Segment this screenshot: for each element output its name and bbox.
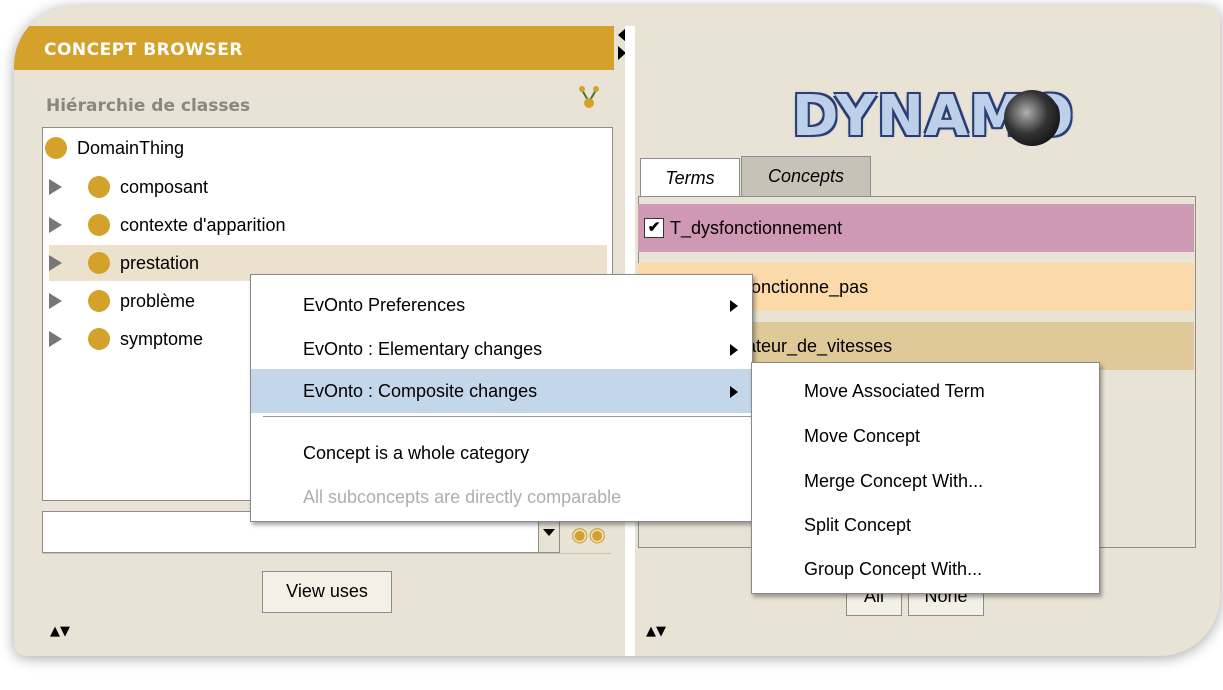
menu-item-split-concept[interactable]: Split Concept	[752, 503, 1099, 547]
menu-item-label: EvOnto Preferences	[303, 295, 466, 315]
tree-node-label: problème	[120, 290, 196, 311]
expand-arrow-icon[interactable]	[49, 179, 62, 195]
tree-node-label: composant	[120, 176, 209, 197]
menu-item-whole-category[interactable]: Concept is a whole category	[251, 431, 752, 475]
class-icon	[88, 290, 110, 312]
tab-terms[interactable]: Terms	[640, 158, 740, 199]
app-window: CONCEPT BROWSER Hiérarchie de classes Do…	[14, 6, 1220, 656]
class-icon	[45, 137, 67, 159]
class-icon	[88, 176, 110, 198]
expand-arrow-icon[interactable]	[49, 331, 62, 347]
menu-item-evonto-preferences[interactable]: EvOnto Preferences	[251, 283, 752, 327]
menu-item-group-concept[interactable]: Group Concept With...	[752, 547, 1099, 591]
checkbox-checked-icon[interactable]: ✔	[644, 218, 664, 238]
binoculars-icon[interactable]: ◉◉	[571, 522, 606, 546]
menu-separator	[263, 416, 752, 417]
menu-item-move-concept[interactable]: Move Concept	[752, 414, 1099, 458]
tree-node-probleme[interactable]: problème	[49, 283, 195, 319]
menu-item-elementary-changes[interactable]: EvOnto : Elementary changes	[251, 327, 752, 371]
tree-node-root[interactable]: DomainThing	[45, 130, 184, 166]
submenu-arrow-icon	[730, 300, 738, 312]
term-label: ateur_de_vitesses	[746, 335, 893, 356]
sort-arrows-icon[interactable]: ▲▼	[50, 624, 70, 639]
class-icon	[88, 214, 110, 236]
menu-item-label: All subconcepts are directly comparable	[303, 487, 622, 507]
composite-changes-submenu: Move Associated Term Move Concept Merge …	[751, 362, 1100, 594]
class-icon	[88, 252, 110, 274]
concept-browser-titlebar: CONCEPT BROWSER	[14, 26, 614, 70]
chevron-down-icon	[543, 529, 555, 536]
view-uses-button[interactable]: View uses	[262, 571, 392, 613]
submenu-arrow-icon	[730, 344, 738, 356]
menu-item-label: Concept is a whole category	[303, 443, 530, 463]
term-label: T_dysfonctionnement	[670, 217, 843, 238]
menu-item-merge-concept[interactable]: Merge Concept With...	[752, 459, 1099, 503]
expand-arrow-icon[interactable]	[49, 255, 62, 271]
term-label: fonctionne_pas	[746, 276, 869, 297]
tree-node-label: prestation	[120, 252, 200, 273]
menu-item-subconcepts-comparable: All subconcepts are directly comparable	[251, 475, 752, 519]
sort-arrows-icon[interactable]: ▲▼	[646, 624, 666, 639]
context-menu: EvOnto Preferences EvOnto : Elementary c…	[250, 274, 753, 522]
tree-node-label: contexte d'apparition	[120, 214, 286, 235]
menu-item-composite-changes[interactable]: EvOnto : Composite changes	[251, 369, 752, 413]
submenu-arrow-icon	[730, 386, 738, 398]
tree-node-label: symptome	[120, 328, 204, 349]
dynamo-logo: DYNAMO	[792, 84, 1082, 164]
term-row[interactable]: ✔ T_dysfonctionnement	[638, 204, 1194, 252]
expand-arrow-icon[interactable]	[49, 293, 62, 309]
tree-node-contexte[interactable]: contexte d'apparition	[49, 207, 286, 243]
class-icon	[88, 328, 110, 350]
menu-item-label: EvOnto : Composite changes	[303, 381, 538, 401]
tab-concepts[interactable]: Concepts	[741, 156, 871, 197]
logo-sphere-icon	[1004, 90, 1060, 146]
menu-item-label: EvOnto : Elementary changes	[303, 339, 543, 359]
tree-node-symptome[interactable]: symptome	[49, 321, 203, 357]
tree-node-composant[interactable]: composant	[49, 169, 208, 205]
menu-item-move-associated-term[interactable]: Move Associated Term	[752, 369, 1099, 413]
tree-view-icon[interactable]	[577, 84, 601, 110]
hierarchy-label: Hiérarchie de classes	[46, 96, 251, 116]
expand-arrow-icon[interactable]	[49, 217, 62, 233]
panel-title: CONCEPT BROWSER	[44, 40, 243, 60]
tree-node-label: DomainThing	[77, 137, 185, 158]
